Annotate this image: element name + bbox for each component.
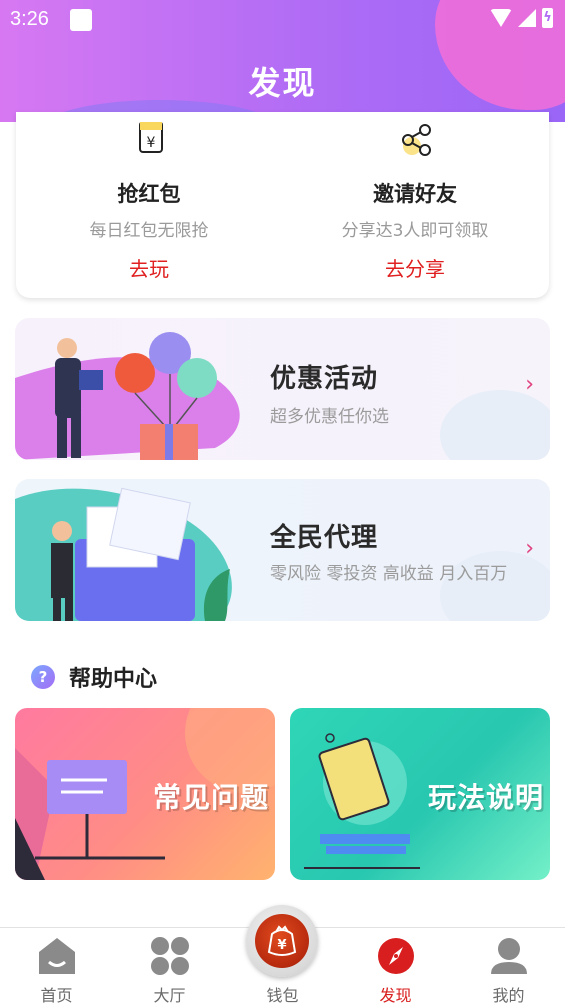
banner-title: 优惠活动 — [270, 364, 379, 394]
wallet-icon: ¥ — [267, 925, 297, 956]
nav-label: 我的 — [492, 986, 525, 1004]
wifi-icon — [490, 9, 512, 27]
help-center-header: ? 帮助中心 — [31, 662, 157, 692]
cellular-icon — [518, 9, 536, 27]
feature-red-packet[interactable]: ¥ 抢红包 每日红包无限抢 去玩 — [16, 112, 282, 298]
discover-page: 3:26 ϟ 发现 ¥ 抢红包 每日红包无限抢 去玩 邀请好友 分享达3人即可领… — [0, 0, 565, 1004]
svg-text:¥: ¥ — [147, 135, 156, 151]
wallet-button-inner: ¥ — [255, 914, 309, 968]
promotions-banner[interactable]: 优惠活动 超多优惠任你选 › — [15, 318, 550, 460]
banner-subtitle: 超多优惠任你选 — [270, 407, 389, 427]
wallet-button[interactable]: ¥ — [246, 905, 318, 977]
feature-title: 邀请好友 — [373, 182, 457, 206]
play-link[interactable]: 去玩 — [16, 253, 282, 282]
nav-discover[interactable]: 发现 — [339, 928, 452, 1004]
grid-icon — [151, 937, 189, 975]
tile-label: 玩法说明 — [428, 781, 545, 814]
section-title: 帮助中心 — [69, 667, 158, 692]
nav-lobby[interactable]: 大厅 — [113, 928, 226, 1004]
game-guide-tile[interactable]: 玩法说明 — [290, 708, 550, 880]
compass-icon — [378, 938, 414, 974]
feature-invite[interactable]: 邀请好友 分享达3人即可领取 去分享 — [282, 112, 548, 298]
feature-subtitle: 分享达3人即可领取 — [341, 221, 489, 241]
agent-illustration — [15, 487, 232, 621]
nav-profile[interactable]: 我的 — [452, 928, 565, 1004]
header: 3:26 ϟ 发现 — [0, 0, 565, 122]
nav-label: 大厅 — [153, 986, 186, 1004]
notification-icon — [70, 9, 92, 31]
status-time: 3:26 — [10, 8, 49, 30]
home-icon — [39, 938, 75, 974]
nav-label: 发现 — [379, 986, 412, 1004]
chevron-right-icon: › — [525, 372, 534, 397]
status-bar: 3:26 ϟ — [0, 0, 565, 40]
feature-card: ¥ 抢红包 每日红包无限抢 去玩 邀请好友 分享达3人即可领取 去分享 — [16, 112, 549, 298]
chevron-right-icon: › — [525, 536, 534, 561]
banner-decoration — [440, 390, 550, 460]
agent-banner[interactable]: 全民代理 零风险 零投资 高收益 月入百万 › — [15, 479, 550, 621]
banner-title: 全民代理 — [270, 523, 379, 553]
nav-label: 首页 — [40, 986, 73, 1004]
page-title: 发现 — [248, 64, 317, 102]
status-icons: ϟ — [490, 8, 553, 28]
feature-title: 抢红包 — [117, 182, 181, 206]
help-icon: ? — [31, 665, 55, 689]
share-link[interactable]: 去分享 — [282, 253, 548, 282]
nav-label: 钱包 — [266, 986, 299, 1004]
share-icon — [402, 124, 431, 156]
svg-text:¥: ¥ — [277, 938, 286, 953]
nav-home[interactable]: 首页 — [0, 928, 113, 1004]
profile-icon — [491, 938, 527, 974]
banner-subtitle: 零风险 零投资 高收益 月入百万 — [270, 564, 508, 584]
promotions-illustration — [15, 332, 240, 460]
feature-subtitle: 每日红包无限抢 — [89, 221, 209, 241]
tile-label: 常见问题 — [153, 781, 270, 814]
battery-icon: ϟ — [542, 8, 553, 28]
red-packet-icon: ¥ — [139, 122, 163, 153]
faq-tile[interactable]: 常见问题 — [15, 708, 275, 880]
